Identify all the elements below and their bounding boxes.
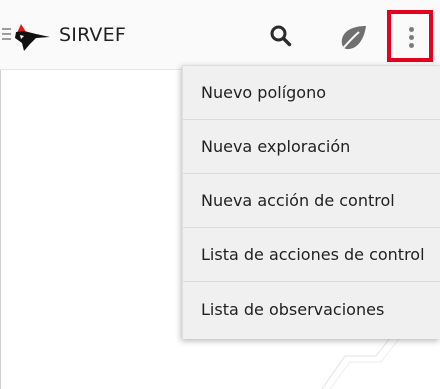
leaf-icon[interactable] — [337, 24, 368, 55]
menu-item-nueva-accion-de-control[interactable]: Nueva acción de control — [183, 174, 440, 228]
app-title: SIRVEF — [59, 24, 126, 46]
overflow-menu: Nuevo polígono Nueva exploración Nueva a… — [182, 65, 440, 339]
menu-item-nuevo-poligono[interactable]: Nuevo polígono — [183, 66, 440, 120]
woodpecker-logo — [15, 24, 50, 51]
app-screen: SIRVEF Nuevo polígono Nueva exploración … — [0, 0, 440, 389]
more-options-button[interactable] — [387, 10, 433, 62]
app-toolbar: SIRVEF — [0, 0, 440, 70]
search-icon[interactable] — [269, 24, 293, 48]
menu-item-lista-de-acciones-de-control[interactable]: Lista de acciones de control — [183, 228, 440, 282]
hamburger-icon[interactable] — [2, 28, 11, 41]
menu-item-nueva-exploracion[interactable]: Nueva exploración — [183, 120, 440, 174]
menu-item-lista-de-observaciones[interactable]: Lista de observaciones — [183, 282, 440, 336]
